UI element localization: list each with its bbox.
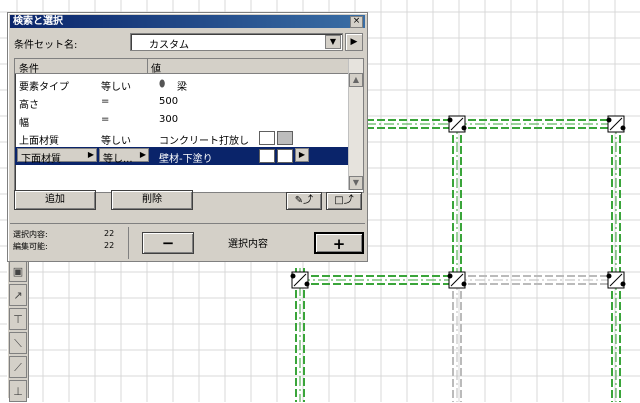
table-row[interactable]: 幅 = 300 — [15, 111, 348, 129]
editable-count-label: 編集可能: — [13, 242, 48, 251]
find-select-dialog: 検索と選択 × 条件セット名: カスタム ▼ ▶ 条件 値 要素タイプ 等しい … — [7, 12, 368, 262]
node-hotspot — [461, 125, 467, 131]
table-scrollbar[interactable]: ▲ ▼ — [348, 59, 363, 190]
row-criterion: 上面材質 — [19, 136, 59, 147]
palette-tool-2[interactable]: ↗ — [9, 284, 27, 306]
palette-tool-4[interactable]: ⟍ — [9, 332, 27, 354]
row-operator: = — [101, 114, 110, 125]
row-operator: = — [101, 96, 110, 107]
add-button[interactable]: 追加 — [14, 190, 96, 210]
material-swatch[interactable] — [259, 131, 275, 145]
palette-tool-6[interactable]: ⊥ — [9, 380, 27, 402]
material-swatch[interactable] — [259, 149, 275, 163]
status-divider — [128, 227, 129, 259]
row-value: 500 — [159, 96, 179, 107]
criteria-set-value: カスタム — [149, 40, 189, 51]
table-row[interactable]: 要素タイプ 等しい ⬮ 梁 — [15, 75, 348, 93]
node-hotspot — [304, 281, 310, 287]
beam-icon: ⬮ — [159, 79, 166, 90]
material-swatch[interactable] — [277, 149, 293, 163]
palette-tool-3[interactable]: ⊤ — [9, 308, 27, 330]
row-criterion: 高さ — [19, 100, 39, 111]
node-hotspot — [606, 117, 612, 123]
selection-status-bar: 選択内容: 22 編集可能: 22 − 選択内容 + — [10, 223, 365, 260]
column-header-criterion: 条件 — [19, 64, 39, 75]
chevron-right-icon: ▶ — [139, 150, 146, 159]
criteria-set-next-button[interactable]: ▶ — [345, 33, 363, 51]
node-hotspot — [620, 125, 626, 131]
row-value: 梁 — [177, 82, 187, 93]
selected-count-value: 22 — [104, 229, 115, 238]
node-hotspot — [447, 117, 453, 123]
row-value: 壁材-下塗り — [159, 154, 213, 165]
row-value: 300 — [159, 114, 179, 125]
scroll-down-icon[interactable]: ▼ — [349, 176, 363, 190]
scroll-up-icon[interactable]: ▲ — [349, 73, 363, 87]
pick-up-parameters-button[interactable]: ✎⤴ — [286, 192, 322, 210]
row-criterion: 下面材質 — [21, 154, 61, 165]
eyedropper-icon: ✎⤴ — [294, 195, 314, 206]
row-criterion: 幅 — [19, 118, 29, 129]
material-swatch[interactable] — [277, 131, 293, 145]
row-operator: 等し... — [103, 154, 133, 165]
value-dropdown-arrow[interactable]: ▶ — [295, 148, 309, 162]
delete-button[interactable]: 削除 — [111, 190, 193, 210]
row-operator: 等しい — [101, 136, 131, 147]
table-row-selected[interactable]: 下面材質 ▶ 等し... ▶ 壁材-下塗り ▶ — [15, 147, 348, 165]
criteria-table: 条件 値 要素タイプ 等しい ⬮ 梁 高さ = 500 幅 = 300 上面材質… — [14, 58, 364, 193]
column-separator — [147, 59, 148, 73]
chevron-down-icon[interactable]: ▼ — [325, 35, 341, 49]
add-to-selection-button[interactable]: + — [314, 232, 364, 254]
chevron-right-icon: ▶ — [87, 150, 94, 159]
node-hotspot — [447, 273, 453, 279]
operator-dropdown[interactable]: 等し... ▶ — [99, 148, 149, 165]
editable-count-value: 22 — [104, 241, 115, 250]
criterion-dropdown[interactable]: 下面材質 ▶ — [17, 148, 97, 165]
row-operator: 等しい — [101, 82, 131, 93]
criteria-table-header: 条件 値 — [15, 59, 348, 75]
dialog-title: 検索と選択 — [13, 16, 63, 27]
palette-tool-5[interactable]: ⟋ — [9, 356, 27, 378]
tool-palette: ▣ ↗ ⊤ ⟍ ⟋ ⊥ — [7, 258, 29, 402]
palette-tool-1[interactable]: ▣ — [9, 260, 27, 282]
column-header-value: 値 — [151, 64, 161, 75]
row-value: コンクリート打放し — [159, 136, 249, 147]
node-hotspot — [290, 273, 296, 279]
inject-icon: □⤴ — [334, 195, 354, 206]
selection-label: 選択内容 — [228, 239, 268, 250]
table-row[interactable]: 上面材質 等しい コンクリート打放し — [15, 129, 348, 147]
remove-from-selection-button[interactable]: − — [142, 232, 194, 254]
close-icon[interactable]: × — [350, 16, 363, 28]
node-hotspot — [620, 281, 626, 287]
criteria-set-row: 条件セット名: カスタム ▼ ▶ — [12, 33, 364, 51]
dialog-titlebar[interactable]: 検索と選択 × — [10, 15, 365, 28]
node-hotspot — [461, 281, 467, 287]
criteria-set-dropdown[interactable]: カスタム ▼ — [130, 33, 343, 51]
inject-parameters-button[interactable]: □⤴ — [326, 192, 362, 210]
criteria-set-label: 条件セット名: — [14, 40, 78, 51]
selected-count-label: 選択内容: — [13, 230, 48, 239]
table-row[interactable]: 高さ = 500 — [15, 93, 348, 111]
node-hotspot — [606, 273, 612, 279]
row-criterion: 要素タイプ — [19, 82, 69, 93]
